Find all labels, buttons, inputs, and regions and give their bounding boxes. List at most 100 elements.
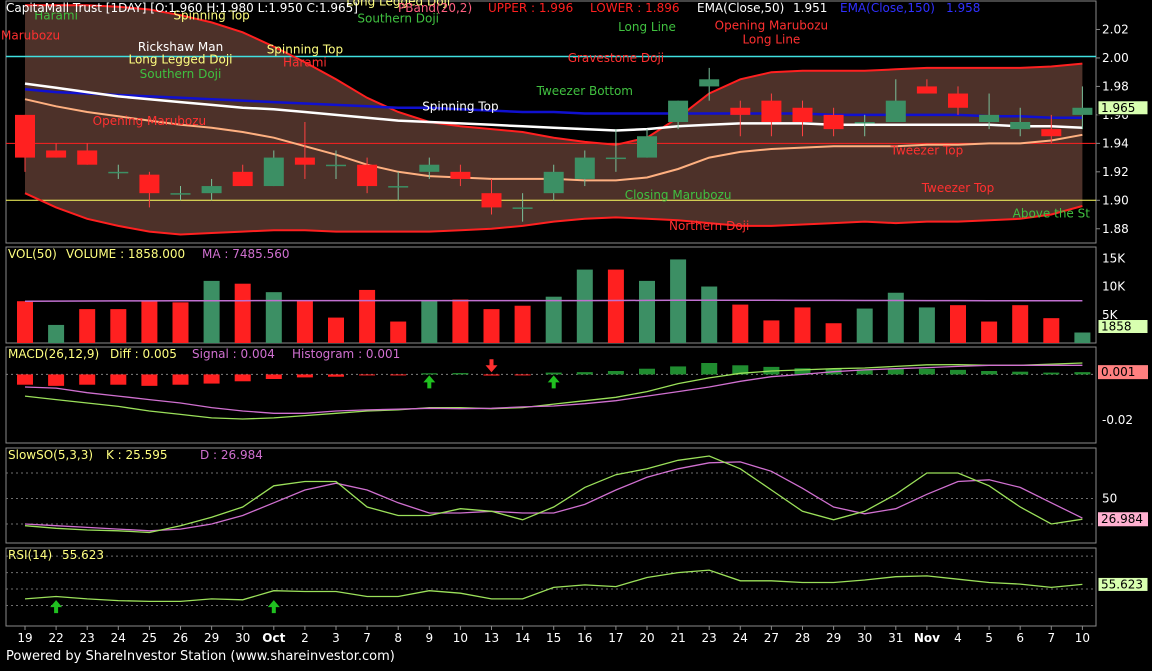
macd-histogram-bar [141, 374, 158, 386]
x-axis-label: 5 [985, 631, 993, 645]
candle-body [170, 193, 191, 195]
ema150-value: 1.958 [946, 1, 980, 15]
x-axis-label: 23 [80, 631, 95, 645]
macd-histogram-bar [639, 368, 655, 375]
x-axis-label: 8 [394, 631, 402, 645]
candle-body [761, 100, 782, 122]
candle-body [263, 157, 284, 187]
macd-histogram-bar [172, 374, 189, 385]
x-axis-label: 2 [301, 631, 309, 645]
price-tick-label: 1.94 [1102, 136, 1129, 150]
macd-histogram-bar [328, 374, 344, 377]
x-axis-label: 24 [733, 631, 748, 645]
volume-bar [639, 280, 655, 343]
volume-bar [732, 304, 749, 343]
candle-body [294, 157, 315, 165]
volume-last-value: 1858 [1101, 320, 1132, 334]
macd-histogram-bar [296, 374, 313, 378]
macd-histogram-bar [265, 374, 282, 379]
x-axis-label: 7 [1047, 631, 1055, 645]
candle-body [637, 136, 657, 158]
macd-histogram-bar [950, 369, 966, 375]
volume-bar [296, 300, 313, 343]
macd-tick-label: -0.02 [1102, 413, 1133, 427]
candle-body [574, 157, 595, 179]
volume-bar [328, 317, 344, 343]
price-tick-label: 1.88 [1102, 222, 1129, 236]
candle-body [668, 100, 689, 122]
panel-frame [5, 547, 1097, 627]
so-label: SlowSO(5,3,3) [8, 448, 93, 462]
volume-bar [763, 320, 780, 343]
x-axis-label: 21 [670, 631, 685, 645]
volume-bar [48, 324, 65, 343]
x-axis-label: 4 [954, 631, 962, 645]
ema50-label: EMA(Close,50) [697, 1, 784, 15]
macd-histogram-bar [234, 374, 251, 382]
x-axis-label: 30 [235, 631, 250, 645]
macd-histogram-bar [203, 374, 220, 384]
volume-bar [576, 269, 593, 343]
macd-histogram-bar [1043, 372, 1060, 375]
volume-bar [825, 323, 842, 343]
vol-label: VOL(50) [8, 247, 57, 261]
pattern-annotation: Tweezer Top [921, 181, 995, 195]
x-axis-label: Nov [914, 631, 940, 645]
stock-chart: 1.881.901.921.941.961.982.002.021.965Har… [0, 0, 1149, 664]
panel-frame [5, 346, 1097, 444]
pattern-annotation: Opening Marubozu [93, 114, 207, 128]
candle-body [605, 157, 626, 160]
x-axis-label: 26 [173, 631, 188, 645]
pattern-annotation: Long Line [618, 20, 676, 34]
pattern-annotation: Closing Marubozu [625, 188, 732, 202]
candle-body [15, 114, 35, 158]
candle-body [512, 207, 533, 209]
x-axis-label: 28 [795, 631, 810, 645]
candle-body [792, 107, 813, 122]
pattern-annotation: Long Legged Doji [128, 53, 232, 67]
pattern-annotation: Tweezer Bottom [536, 84, 633, 98]
macd-histogram-bar [887, 368, 904, 375]
volume-bar [1012, 305, 1029, 343]
macd-histogram-bar [545, 372, 562, 375]
x-axis-label: 20 [639, 631, 654, 645]
candle-body [979, 114, 1000, 122]
x-axis-label: 13 [484, 631, 499, 645]
candle-body [481, 193, 502, 208]
lower-label: LOWER : 1.896 [590, 1, 680, 15]
x-axis-label: 19 [17, 631, 32, 645]
macd-histogram-bar [452, 373, 469, 375]
volume-tick-label: 10K [1102, 280, 1126, 294]
volume-bar [141, 300, 158, 343]
candle-body [823, 114, 844, 130]
x-axis-label: 9 [425, 631, 433, 645]
candle-body [326, 164, 346, 167]
macd-diff: Diff : 0.005 [110, 347, 177, 361]
x-axis-label: 24 [111, 631, 126, 645]
candle-body [1041, 129, 1062, 137]
pattern-annotation: a Marubozu [0, 28, 60, 42]
macd-histogram-bar [48, 374, 65, 386]
x-axis-label: 29 [204, 631, 219, 645]
volume-bar [950, 305, 966, 343]
stoch-last-value: 26.984 [1101, 512, 1143, 526]
candle-body [77, 150, 98, 165]
volume-bar [918, 307, 935, 343]
volume-bar [17, 301, 33, 343]
price-title: CapitaMall Trust [1DAY] [O:1.960 H:1.980… [6, 1, 358, 15]
so-k: K : 25.595 [106, 448, 168, 462]
x-axis-label: 27 [764, 631, 779, 645]
volume-bar [701, 286, 718, 343]
macd-histogram-bar [79, 374, 96, 385]
vol-volume: VOLUME : 1858.000 [66, 247, 185, 261]
volume-bar [856, 308, 873, 343]
volume-tick-label: 15K [1102, 251, 1126, 265]
pattern-annotation: Gravestone Doji [568, 51, 664, 65]
footer-credit: Powered by ShareInvestor Station (www.sh… [6, 649, 395, 664]
so-d: D : 26.984 [200, 448, 263, 462]
macd-histogram-bar [110, 374, 127, 385]
candle-body [450, 171, 471, 179]
macd-signal: Signal : 0.004 [192, 347, 275, 361]
x-axis-label: 7 [363, 631, 371, 645]
x-axis-label: 23 [702, 631, 717, 645]
